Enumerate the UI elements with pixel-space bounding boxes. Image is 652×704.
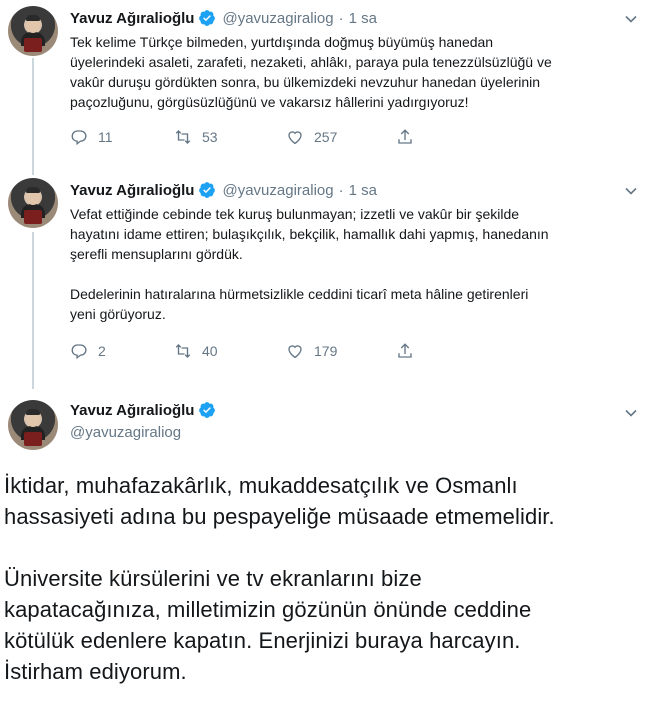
author-handle[interactable]: @yavuzagiraliog bbox=[222, 182, 333, 199]
verified-badge-icon bbox=[199, 10, 216, 26]
author-handle[interactable]: @yavuzagiraliog bbox=[70, 424, 216, 441]
like-button[interactable]: 179 bbox=[286, 342, 337, 360]
share-button[interactable] bbox=[396, 128, 424, 146]
heart-icon bbox=[288, 345, 302, 359]
main-tweet-text: İktidar, muhafazakârlık, mukaddesatçılık… bbox=[4, 473, 555, 684]
author-name[interactable]: Yavuz Ağıralioğlu bbox=[70, 402, 194, 419]
like-count: 257 bbox=[314, 129, 338, 145]
tweet-text: Tek kelime Türkçe bilmeden, yurtdışında … bbox=[70, 34, 552, 110]
retweet-icon bbox=[175, 130, 191, 144]
timestamp[interactable]: 1 sa bbox=[349, 10, 377, 27]
reply-icon bbox=[71, 130, 87, 146]
timestamp[interactable]: 1 sa bbox=[349, 182, 377, 199]
share-icon bbox=[398, 129, 412, 144]
share-icon bbox=[398, 343, 412, 358]
avatar[interactable] bbox=[8, 400, 58, 450]
author-name[interactable]: Yavuz Ağıralioğlu bbox=[70, 182, 194, 199]
tweet-header: Yavuz Ağıralioğlu @yavuzagiraliog bbox=[70, 400, 216, 441]
chevron-down-icon[interactable] bbox=[624, 406, 638, 420]
tweet-text: Vefat ettiğinde cebinde tek kuruş bulunm… bbox=[70, 206, 549, 322]
reply-count: 11 bbox=[98, 129, 113, 145]
retweet-button[interactable]: 53 bbox=[174, 128, 218, 146]
retweet-count: 53 bbox=[202, 129, 218, 145]
author-handle[interactable]: @yavuzagiraliog bbox=[222, 10, 333, 27]
tweet[interactable]: Yavuz Ağıralioğlu @yavuzagiraliog · 1 sa… bbox=[0, 178, 652, 378]
like-count: 179 bbox=[314, 343, 338, 359]
separator-dot: · bbox=[338, 181, 344, 199]
retweet-count: 40 bbox=[202, 343, 218, 359]
separator-dot: · bbox=[338, 9, 344, 27]
avatar[interactable] bbox=[8, 178, 58, 228]
retweet-button[interactable]: 40 bbox=[174, 342, 218, 360]
tweet[interactable]: Yavuz Ağıralioğlu @yavuzagiraliog · 1 sa… bbox=[0, 6, 652, 156]
heart-icon bbox=[288, 131, 302, 145]
main-tweet: Yavuz Ağıralioğlu @yavuzagiraliog bbox=[0, 400, 652, 460]
retweet-icon bbox=[175, 344, 191, 358]
like-button[interactable]: 257 bbox=[286, 128, 337, 146]
verified-badge-icon bbox=[199, 182, 216, 198]
chevron-down-icon[interactable] bbox=[624, 12, 638, 26]
avatar[interactable] bbox=[8, 6, 58, 56]
tweet-header: Yavuz Ağıralioğlu @yavuzagiraliog · 1 sa bbox=[70, 8, 377, 28]
author-name[interactable]: Yavuz Ağıralioğlu bbox=[70, 10, 194, 27]
reply-count: 2 bbox=[98, 343, 106, 359]
tweet-actions: 2 40 179 bbox=[70, 342, 430, 362]
share-button[interactable] bbox=[396, 342, 424, 360]
verified-badge-icon bbox=[199, 402, 216, 418]
reply-button[interactable]: 11 bbox=[70, 128, 113, 146]
chevron-down-icon[interactable] bbox=[624, 184, 638, 198]
tweet-header: Yavuz Ağıralioğlu @yavuzagiraliog · 1 sa bbox=[70, 180, 377, 200]
reply-icon bbox=[71, 344, 87, 360]
tweet-actions: 11 53 257 bbox=[70, 128, 430, 148]
reply-button[interactable]: 2 bbox=[70, 342, 106, 360]
